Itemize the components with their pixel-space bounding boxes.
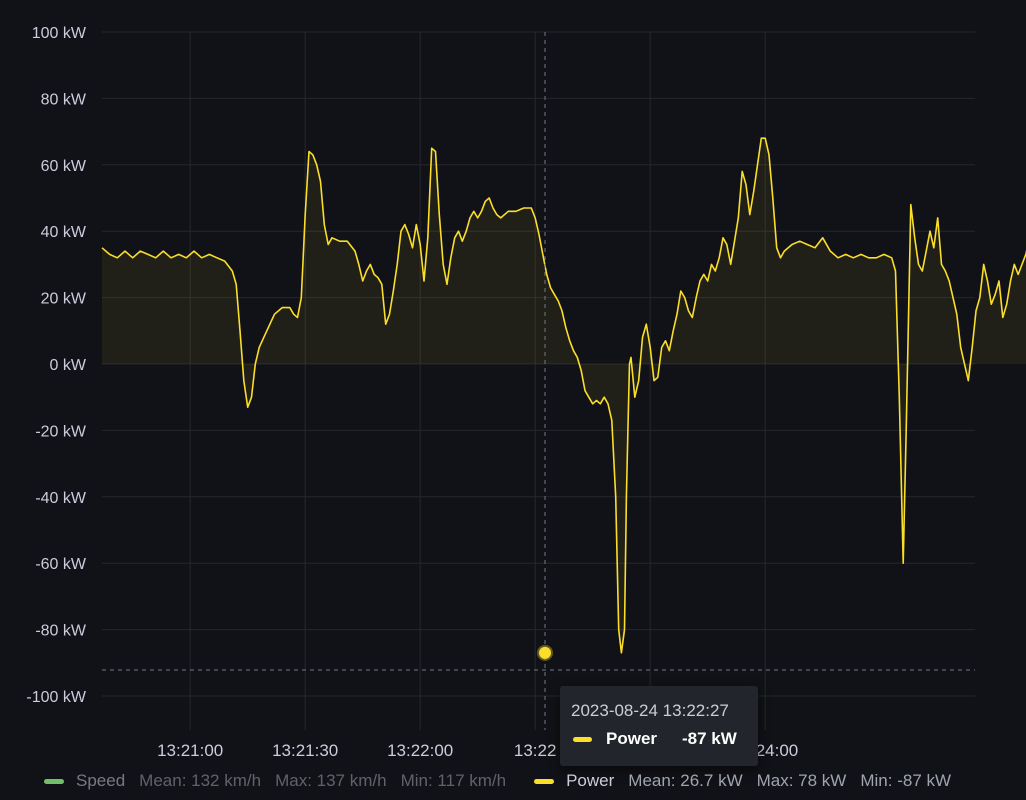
hover-tooltip: 2023-08-24 13:22:27 Power -87 kW (560, 686, 758, 766)
y-tick-label: 20 kW (41, 291, 87, 308)
x-tick-label: 13:21:30 (272, 741, 338, 760)
power-chart[interactable]: 100 kW 80 kW 60 kW 40 kW 20 kW 0 kW -20 kW -40 … (0, 0, 1026, 800)
tooltip-series-name: Power (606, 729, 658, 748)
x-tick-label: 13:21:00 (157, 741, 223, 760)
x-tick-label: 13:22 (514, 741, 557, 760)
legend-min-speed: Min: 117 km/h (400, 771, 507, 790)
y-tick-label: 100 kW (32, 25, 87, 42)
legend-min-power: Min: -87 kW (860, 771, 952, 790)
chart-legend: Speed Mean: 132 km/h Max: 137 km/h Min: … (44, 770, 979, 792)
legend-mean-power: Mean: 26.7 kW (628, 771, 743, 790)
y-tick-label: 80 kW (41, 91, 87, 108)
legend-name-speed: Speed (76, 771, 126, 790)
tooltip-series-value: -87 kW (682, 729, 737, 748)
legend-swatch-power (534, 778, 555, 784)
x-tick-label: 13:22:00 (387, 741, 453, 760)
y-tick-label: -80 kW (35, 623, 87, 640)
y-tick-label: 60 kW (41, 158, 87, 175)
power-series-line[interactable] (101, 112, 1026, 654)
y-axis-labels: 100 kW 80 kW 60 kW 40 kW 20 kW 0 kW -20 kW -40 … (26, 25, 86, 706)
legend-name-power: Power (566, 771, 615, 790)
legend-max-speed: Max: 137 km/h (275, 771, 387, 790)
y-tick-label: -60 kW (35, 556, 87, 573)
y-tick-label: -20 kW (35, 423, 87, 440)
chart-grid (102, 31, 975, 730)
y-tick-label: 0 kW (50, 357, 87, 374)
tooltip-time: 2023-08-24 13:22:27 (571, 701, 729, 720)
hover-point (537, 644, 553, 661)
y-tick-label: -40 kW (35, 490, 87, 507)
legend-item-power[interactable]: Power Mean: 26.7 kW Max: 78 kW Min: -87 … (534, 771, 965, 791)
legend-mean-speed: Mean: 132 km/h (139, 771, 262, 790)
tooltip-row: Power -87 kW (573, 729, 737, 749)
legend-swatch-speed (44, 778, 64, 784)
legend-item-speed[interactable]: Speed Mean: 132 km/h Max: 137 km/h Min: … (44, 771, 520, 791)
y-tick-label: -100 kW (26, 689, 86, 706)
legend-max-power: Max: 78 kW (756, 771, 847, 790)
tooltip-series-swatch (573, 736, 592, 742)
power-area-fill (102, 138, 1026, 653)
y-tick-label: 40 kW (41, 224, 87, 241)
